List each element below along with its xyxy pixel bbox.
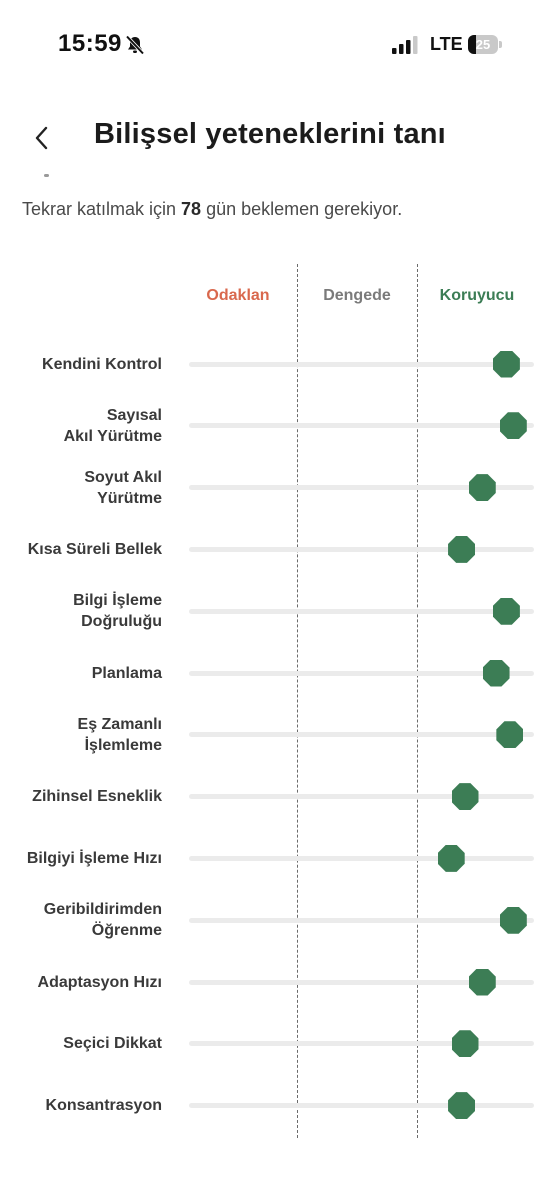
- battery-icon: 25: [468, 35, 502, 54]
- status-time: 15:59: [58, 30, 122, 57]
- ability-track: [189, 423, 534, 429]
- notice-prefix: Tekrar katılmak için: [22, 199, 182, 219]
- ability-label: Konsantrasyon: [45, 1097, 162, 1115]
- column-header-odaklan: Odaklan: [206, 287, 270, 304]
- cellular-signal-icon: [392, 36, 418, 54]
- ability-score-marker: [499, 412, 527, 440]
- ability-score-marker: [468, 474, 496, 502]
- retake-notice: Tekrar katılmak için 78 gün beklemen ger…: [22, 199, 402, 220]
- scroll-indicator: [44, 174, 49, 177]
- ability-label: Soyut Akıl Yürütme: [84, 468, 162, 507]
- ability-score-marker: [468, 968, 496, 996]
- ability-label: Zihinsel Esneklik: [32, 788, 162, 806]
- ability-track: [189, 1041, 534, 1047]
- ability-score-marker: [499, 906, 527, 934]
- ability-track: [189, 855, 534, 861]
- ability-score-marker: [437, 844, 465, 872]
- ability-score-marker: [492, 597, 520, 625]
- ability-score-marker: [451, 783, 479, 811]
- bell-muted-icon: [125, 35, 145, 55]
- ability-score-marker: [492, 350, 520, 378]
- ability-label: Bilgi İşleme Doğruluğu: [73, 592, 162, 631]
- ability-label: Adaptasyon Hızı: [37, 973, 162, 991]
- back-button[interactable]: [22, 118, 62, 158]
- ability-score-marker: [448, 1092, 476, 1120]
- ability-label: Kendini Kontrol: [42, 355, 162, 373]
- ability-score-marker: [482, 659, 510, 687]
- notice-suffix: gün beklemen gerekiyor.: [201, 199, 403, 219]
- page-title: Bilişsel yeteneklerini tanı: [94, 118, 446, 150]
- ability-track: [189, 546, 534, 552]
- ability-label: Bilgiyi İşleme Hızı: [26, 849, 162, 867]
- ability-score-marker: [448, 535, 476, 563]
- ability-label: Sayısal Akıl Yürütme: [63, 406, 162, 445]
- ability-track: [189, 917, 534, 923]
- ability-track: [189, 670, 534, 676]
- ability-label: Geribildirimden Öğrenme: [43, 901, 162, 940]
- ability-label: Kısa Süreli Bellek: [27, 540, 162, 558]
- ability-track: [189, 732, 534, 738]
- ability-track: [189, 794, 534, 800]
- column-divider: [417, 264, 418, 1138]
- column-header-koruyucu: Koruyucu: [439, 287, 515, 304]
- chevron-left-icon: [35, 126, 48, 150]
- column-header-dengede: Dengede: [323, 287, 391, 304]
- notice-days: 78: [181, 199, 202, 219]
- battery-level: 25: [475, 37, 491, 52]
- ability-score-marker: [451, 1030, 479, 1058]
- ability-track: [189, 608, 534, 614]
- ability-label: Planlama: [91, 664, 162, 682]
- ability-score-marker: [496, 721, 524, 749]
- column-divider: [297, 264, 298, 1138]
- ability-track: [189, 1103, 534, 1109]
- ability-label: Eş Zamanlı İşlemleme: [77, 715, 162, 754]
- ability-label: Seçici Dikkat: [63, 1035, 162, 1053]
- ability-track: [189, 361, 534, 367]
- network-type: LTE: [430, 34, 463, 54]
- status-bar: 15:59 LTE 25: [0, 0, 552, 90]
